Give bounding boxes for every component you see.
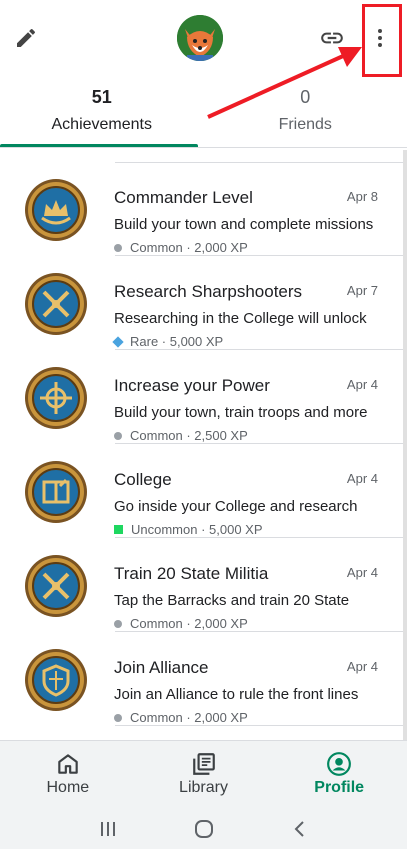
back-icon[interactable] [291, 819, 309, 839]
achievement-date: Apr 4 [346, 659, 378, 674]
home-icon [58, 754, 78, 774]
system-navigation-bar [0, 808, 407, 849]
scrollbar[interactable] [403, 150, 407, 740]
library-icon [192, 753, 215, 775]
achievement-item[interactable]: Join Alliance Apr 4 Join an Alliance to ru… [0, 632, 407, 726]
achievement-date: Apr 4 [346, 471, 378, 486]
nav-profile-label: Profile [314, 779, 365, 796]
rarity-dot-icon [114, 243, 122, 252]
achievement-badge-icon [24, 648, 88, 712]
rarity-and-xp: Common · 2,000 XP [130, 240, 248, 255]
profile-icon [327, 752, 352, 776]
achievement-description: Researching in the College will unlock [114, 310, 367, 327]
rarity-and-xp: Common · 2,500 XP [130, 428, 248, 443]
recents-icon[interactable] [98, 820, 118, 838]
achievement-item[interactable]: Commander Level Apr 8 Build your town and … [0, 162, 407, 256]
achievement-title: Join Alliance [114, 658, 209, 677]
nav-library[interactable]: Library [136, 741, 272, 808]
achievement-description: Go inside your College and research [114, 498, 358, 515]
rarity-square-icon [114, 525, 123, 534]
achievement-title: Train 20 State Militia [114, 564, 269, 583]
rarity-dot-icon [114, 619, 122, 628]
rarity-and-xp: Rare · 5,000 XP [130, 334, 224, 349]
achievements-list[interactable]: Commander Level Apr 8 Build your town and … [0, 150, 407, 740]
achievement-description: Build your town, train troops and more [114, 404, 368, 421]
achievement-date: Apr 4 [346, 565, 378, 580]
achievement-badge-icon [24, 554, 88, 618]
rarity-and-xp: Uncommon · 5,000 XP [131, 522, 263, 537]
achievement-meta: Common · 2,500 XP [114, 428, 248, 443]
home-circle-icon[interactable] [193, 818, 215, 840]
achievement-item[interactable]: Increase your Power Apr 4 Build your town,… [0, 350, 407, 444]
achievement-meta: Uncommon · 5,000 XP [114, 522, 263, 537]
achievement-badge-icon [24, 272, 88, 336]
achievement-badge-icon [24, 460, 88, 524]
nav-home[interactable]: Home [0, 741, 136, 808]
achievement-title: Commander Level [114, 188, 253, 207]
header-divider [0, 147, 407, 148]
annotation-arrow [207, 47, 362, 119]
achievement-title: Research Sharpshooters [114, 282, 303, 301]
rarity-diamond-icon [112, 335, 124, 348]
achievement-date: Apr 4 [346, 377, 378, 392]
achievement-description: Build your town and complete missions [114, 216, 374, 233]
achievement-date: Apr 7 [346, 283, 378, 298]
rarity-dot-icon [114, 431, 122, 440]
achievement-meta: Common · 2,000 XP [114, 710, 248, 725]
achievement-description: Tap the Barracks and train 20 State [114, 592, 350, 609]
achievement-item[interactable]: Research Sharpshooters Apr 7 Researching i… [0, 256, 407, 350]
achievement-date: Apr 8 [346, 189, 378, 204]
achievement-meta: Rare · 5,000 XP [112, 334, 224, 349]
achievement-item[interactable]: College Apr 4 Go inside your College and r… [0, 444, 407, 538]
item-divider [115, 725, 407, 726]
achievement-title: Increase your Power [114, 376, 270, 395]
achievement-meta: Common · 2,000 XP [114, 240, 248, 255]
achievement-meta: Common · 2,000 XP [114, 616, 248, 631]
rarity-and-xp: Common · 2,000 XP [130, 710, 248, 725]
nav-home-label: Home [46, 779, 90, 796]
nav-profile[interactable]: Profile [271, 741, 407, 808]
achievement-title: College [114, 470, 172, 489]
rarity-and-xp: Common · 2,000 XP [130, 616, 248, 631]
nav-library-label: Library [179, 779, 228, 796]
achievement-description: Join an Alliance to rule the front lines [114, 686, 359, 703]
achievement-badge-icon [24, 178, 88, 242]
bottom-navigation: Home Library Profile [0, 740, 407, 808]
achievement-item[interactable]: Train 20 State Militia Apr 4 Tap the Barra… [0, 538, 407, 632]
achievement-badge-icon [24, 366, 88, 430]
rarity-dot-icon [114, 713, 122, 722]
